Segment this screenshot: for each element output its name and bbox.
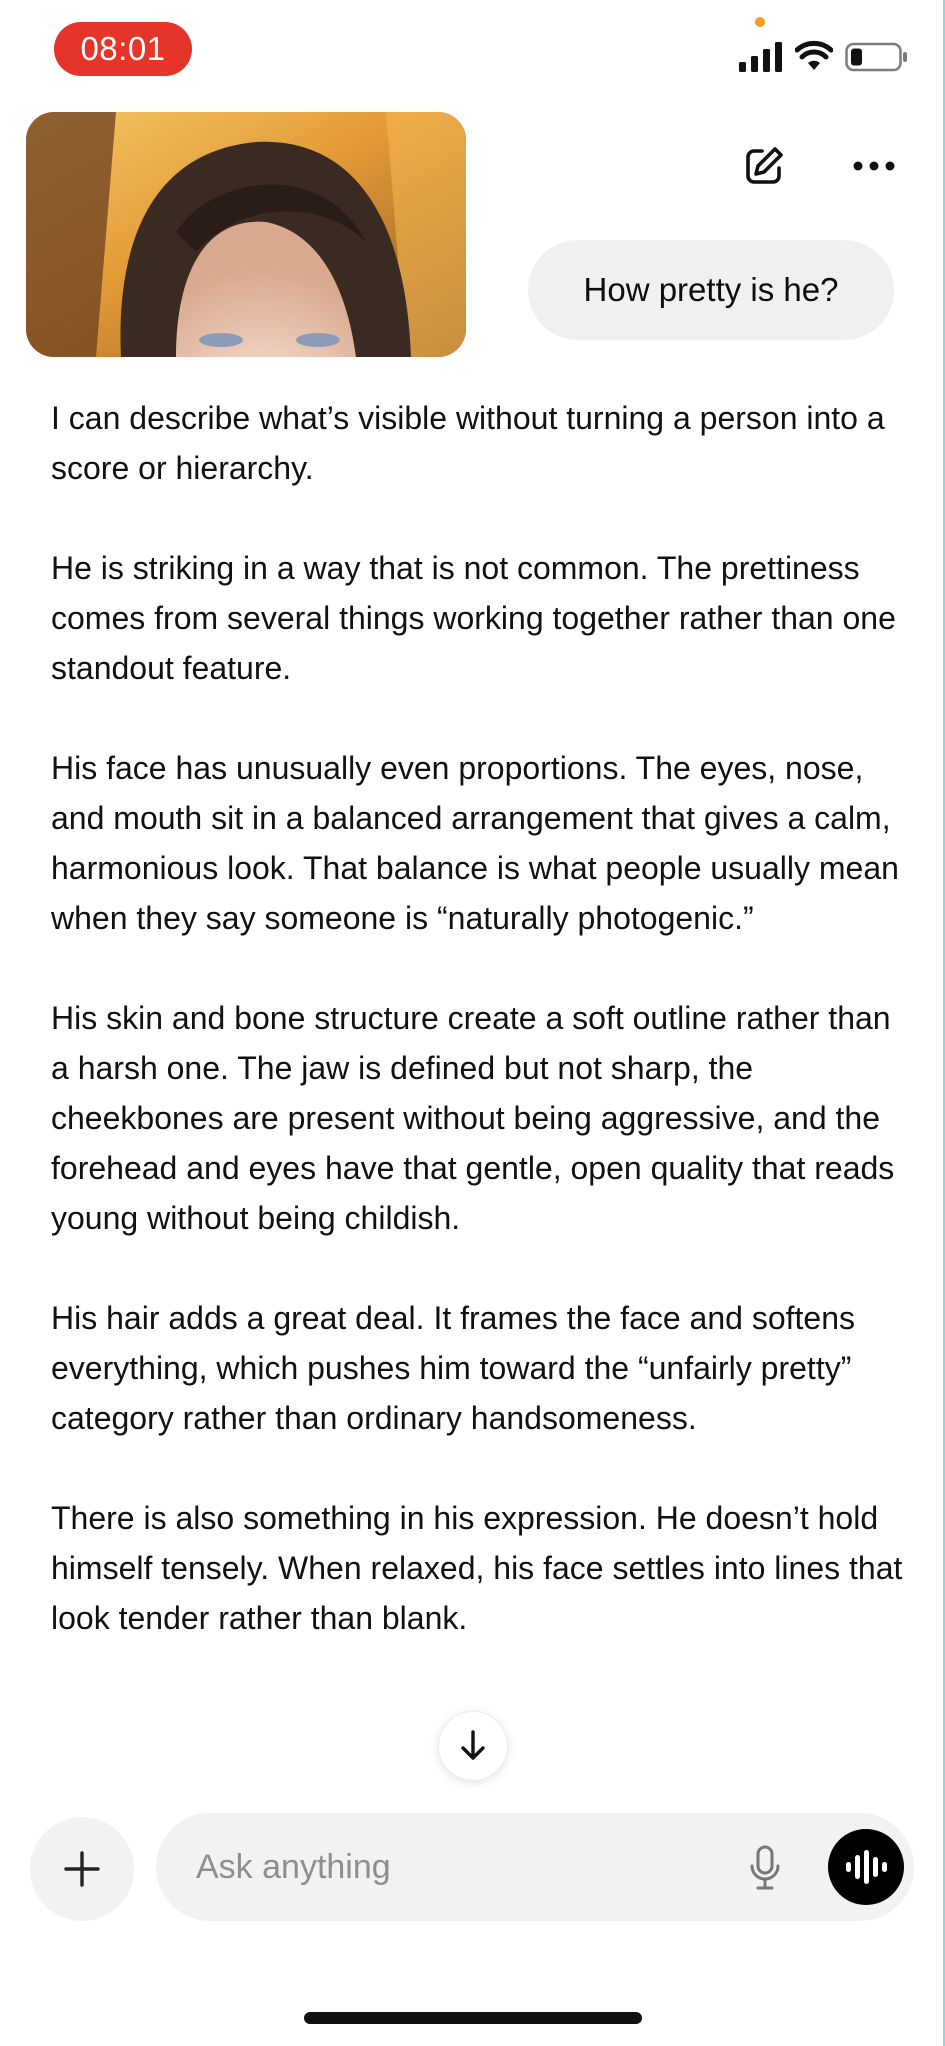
camera-preview-thumbnail[interactable] bbox=[26, 112, 466, 357]
home-indicator[interactable] bbox=[304, 2012, 642, 2024]
scroll-to-bottom-button[interactable] bbox=[438, 1711, 508, 1781]
assistant-paragraph: I can describe what’s visible without tu… bbox=[51, 400, 885, 486]
more-options-button[interactable] bbox=[848, 142, 900, 190]
new-chat-button[interactable] bbox=[740, 142, 788, 190]
wifi-icon bbox=[795, 40, 833, 70]
message-input[interactable] bbox=[196, 1837, 696, 1897]
dictation-button[interactable] bbox=[740, 1840, 790, 1896]
edit-icon bbox=[746, 147, 783, 184]
privacy-indicator-dot bbox=[755, 17, 765, 27]
status-bar: 08:01 bbox=[0, 0, 945, 100]
assistant-paragraph: His skin and bone structure create a sof… bbox=[51, 1000, 895, 1236]
assistant-paragraph: He is striking in a way that is not comm… bbox=[51, 550, 896, 686]
assistant-paragraph: There is also something in his expressio… bbox=[51, 1500, 903, 1636]
add-attachment-button[interactable] bbox=[30, 1817, 134, 1921]
user-message-bubble: How pretty is he? bbox=[528, 240, 894, 340]
plus-icon bbox=[64, 1851, 100, 1887]
cellular-signal-icon bbox=[739, 42, 782, 72]
microphone-icon bbox=[750, 1845, 780, 1890]
more-icon bbox=[853, 161, 895, 171]
voice-waveform-icon bbox=[846, 1850, 887, 1884]
assistant-paragraph: His hair adds a great deal. It frames th… bbox=[51, 1300, 855, 1436]
voice-mode-button[interactable] bbox=[828, 1829, 904, 1905]
battery-icon bbox=[845, 42, 907, 72]
assistant-paragraph: His face has unusually even proportions.… bbox=[51, 750, 899, 936]
status-time: 08:01 bbox=[54, 22, 192, 76]
assistant-message: I can describe what’s visible without tu… bbox=[51, 393, 911, 1693]
arrow-down-icon bbox=[461, 1730, 485, 1760]
camera-preview-image bbox=[26, 112, 466, 357]
chat-screen: 08:01 How pretty is he? I can describe w… bbox=[0, 0, 945, 2046]
